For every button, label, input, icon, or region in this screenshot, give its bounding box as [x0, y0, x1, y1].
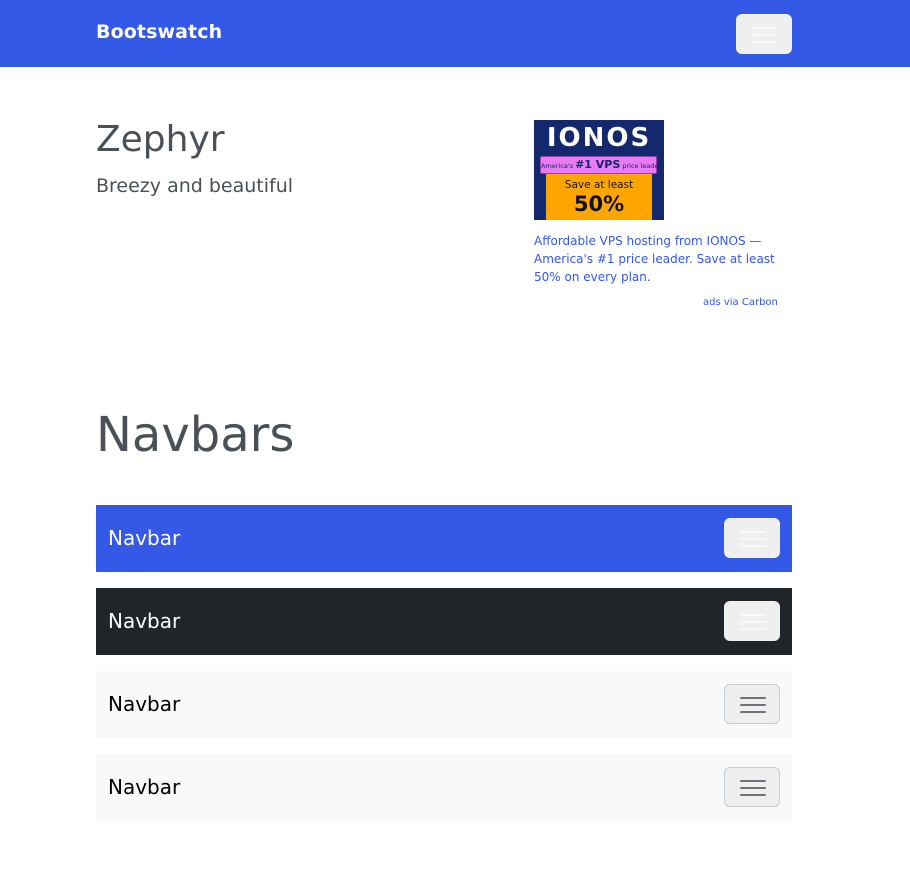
ad-offer-line: Save at least [564, 179, 634, 191]
hamburger-icon [740, 529, 766, 549]
hamburger-icon [752, 25, 778, 45]
hamburger-icon [740, 612, 766, 632]
hamburger-icon [740, 778, 766, 798]
ad-offer-value: 50% [573, 192, 625, 216]
site-navbar-toggler-button[interactable] [736, 14, 792, 54]
navbar-dark: Navbar [96, 588, 792, 655]
navbar-toggler-button[interactable] [724, 684, 780, 724]
navbar-brand-link[interactable]: Navbar [108, 692, 180, 716]
navbar-brand-link[interactable]: Navbar [108, 609, 180, 633]
ad-logo-text: IONOS [546, 123, 652, 153]
page-subtitle: Breezy and beautiful [96, 175, 294, 197]
ad-banner-image[interactable]: IONOS America's #1 VPS price leader Save… [534, 120, 664, 220]
navbar-brand-link[interactable]: Navbar [108, 775, 180, 799]
navbar-toggler-button[interactable] [724, 518, 780, 558]
navbar-primary: Navbar [96, 505, 792, 572]
ad-via-carbon-link[interactable]: ads via Carbon [703, 297, 778, 308]
navbar-light-alt: Navbar [96, 754, 792, 821]
ad-offer: Save at least 50% [546, 174, 652, 220]
navbar-brand-link[interactable]: Navbar [108, 526, 180, 550]
section-title-navbars: Navbars [96, 407, 295, 463]
ad-text-link[interactable]: Affordable VPS hosting from IONOS — Amer… [534, 232, 779, 286]
site-navbar: Bootswatch [0, 0, 910, 67]
navbar-toggler-button[interactable] [724, 767, 780, 807]
page-title: Zephyr [96, 119, 225, 160]
navbar-toggler-button[interactable] [724, 601, 780, 641]
ad-pill: America's #1 VPS price leader [540, 156, 661, 174]
navbar-light: Navbar [96, 671, 792, 738]
hamburger-icon [740, 695, 766, 715]
site-brand-link[interactable]: Bootswatch [96, 21, 222, 43]
